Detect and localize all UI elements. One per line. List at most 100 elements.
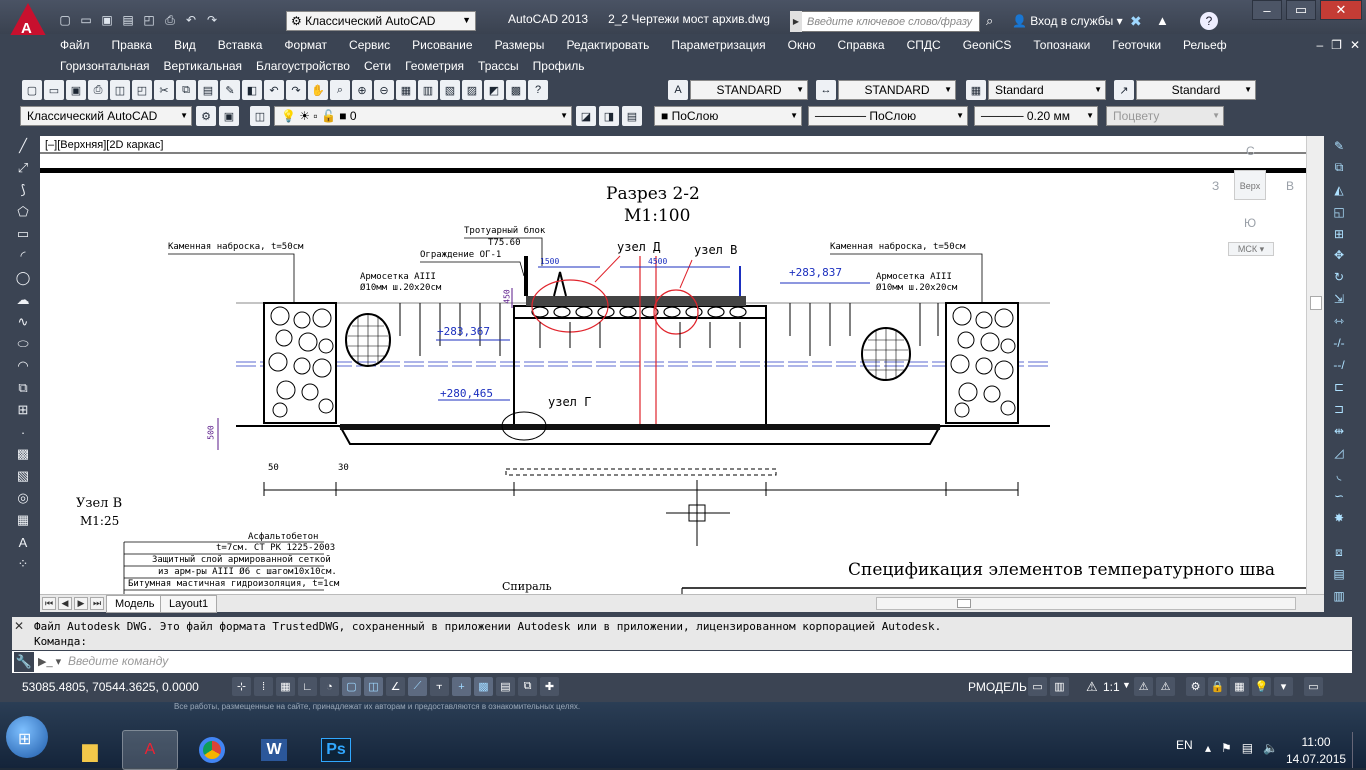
- paste-icon[interactable]: ▤: [198, 80, 218, 100]
- menu-item[interactable]: Справка: [838, 38, 885, 52]
- blend-icon[interactable]: ∽: [1329, 487, 1349, 507]
- table-icon[interactable]: ▦: [13, 510, 33, 530]
- dim-style-icon[interactable]: ↔: [816, 80, 836, 100]
- menu2-item[interactable]: Трассы: [478, 59, 519, 73]
- menu-item[interactable]: Формат: [284, 38, 327, 52]
- close-button[interactable]: ✕: [1320, 0, 1362, 20]
- zoom-realtime-icon[interactable]: ⌕: [330, 80, 350, 100]
- save-icon[interactable]: ▣: [66, 80, 86, 100]
- color-select[interactable]: ■ ПоСлою ▼: [654, 106, 802, 126]
- properties-icon[interactable]: ▦: [396, 80, 416, 100]
- model-space-toggle[interactable]: РМОДЕЛЬ: [968, 680, 1027, 694]
- tab-layout1[interactable]: Layout1: [160, 595, 218, 613]
- viewport-controls[interactable]: [–][Верхняя][2D каркас]: [45, 139, 163, 151]
- first-tab-icon[interactable]: ⏮: [42, 597, 56, 610]
- ucs-menu-button[interactable]: МСК ▾: [1228, 242, 1274, 256]
- zoom-window-icon[interactable]: ⊕: [352, 80, 372, 100]
- layer-previous-icon[interactable]: ◨: [599, 106, 619, 126]
- publish-icon[interactable]: ◰: [140, 11, 158, 29]
- erase-icon[interactable]: ✎: [1329, 136, 1349, 156]
- horizontal-scroll-thumb[interactable]: [957, 599, 971, 608]
- move-icon[interactable]: ✥: [1329, 246, 1349, 266]
- add-selected-icon[interactable]: ⁘: [13, 554, 33, 574]
- arc-icon[interactable]: ◜: [13, 246, 33, 266]
- workspace-switching-icon[interactable]: ⚙: [1186, 677, 1205, 696]
- rectangle-icon[interactable]: ▭: [13, 224, 33, 244]
- quick-view-layouts-icon[interactable]: ▭: [1028, 677, 1047, 696]
- workspace-selector[interactable]: ⚙ Классический AutoCAD ▼: [286, 11, 476, 31]
- doc-restore-button[interactable]: ❐: [1331, 38, 1342, 52]
- open-icon[interactable]: ▭: [77, 11, 95, 29]
- horizontal-scrollbar[interactable]: [876, 597, 1296, 610]
- drawing-area[interactable]: [–][Верхняя][2D каркас] Разрез 2-2 М1:10…: [40, 136, 1306, 594]
- draw-order-icon[interactable]: ⧈: [1329, 542, 1349, 562]
- lock-icon[interactable]: 🔒: [1208, 677, 1227, 696]
- menu-item[interactable]: СПДС: [907, 38, 941, 52]
- lineweight-select[interactable]: ───── 0.20 мм ▼: [974, 106, 1098, 126]
- mirror-icon[interactable]: ◭: [1329, 180, 1349, 200]
- menu2-item[interactable]: Геометрия: [405, 59, 464, 73]
- zoom-previous-icon[interactable]: ⊖: [374, 80, 394, 100]
- plot-icon[interactable]: ⎙: [161, 11, 179, 29]
- circle-icon[interactable]: ◯: [13, 268, 33, 288]
- menu-item[interactable]: GeoniCS: [963, 38, 1012, 52]
- point-icon[interactable]: ·: [13, 422, 33, 442]
- rotate-icon[interactable]: ↻: [1329, 267, 1349, 287]
- multiline-text-icon[interactable]: A: [13, 532, 33, 552]
- selection-cycling-icon[interactable]: ⧉: [518, 677, 537, 696]
- table-style-icon[interactable]: ▦: [966, 80, 986, 100]
- plot-icon[interactable]: ⎙: [88, 80, 108, 100]
- sign-in-button[interactable]: 👤 Вход в службы ▾: [1012, 14, 1123, 28]
- action-center-icon[interactable]: ⚑: [1221, 741, 1232, 755]
- grid-display-icon[interactable]: ▦: [276, 677, 295, 696]
- clean-screen-icon[interactable]: ▭: [1304, 677, 1323, 696]
- command-close-icon[interactable]: ✕: [14, 619, 24, 633]
- menu2-item[interactable]: Благоустройство: [256, 59, 350, 73]
- transparency-icon[interactable]: ▩: [474, 677, 493, 696]
- workspace-settings-icon[interactable]: ⚙: [196, 106, 216, 126]
- help-icon[interactable]: ?: [1200, 12, 1218, 30]
- block-editor-icon[interactable]: ◧: [242, 80, 262, 100]
- command-prompt-icon[interactable]: ▶_ ▾: [38, 655, 61, 668]
- layer-select[interactable]: 💡 ☀ ▫ 🔓 ■ 0 ▼: [274, 106, 572, 126]
- isolate-objects-icon[interactable]: 💡: [1252, 677, 1271, 696]
- layer-state-icon[interactable]: ▤: [622, 106, 642, 126]
- save-as-icon[interactable]: ▤: [119, 11, 137, 29]
- explode-icon[interactable]: ✸: [1329, 508, 1349, 528]
- undo-icon[interactable]: ↶: [182, 11, 200, 29]
- ortho-mode-icon[interactable]: ∟: [298, 677, 317, 696]
- menu-item[interactable]: Рельеф: [1183, 38, 1227, 52]
- cut-icon[interactable]: ✂: [154, 80, 174, 100]
- clock[interactable]: 11:00 14.07.2015: [1286, 734, 1346, 768]
- calculator-icon[interactable]: ▩: [506, 80, 526, 100]
- line-icon[interactable]: ╱: [13, 136, 33, 156]
- taskbar-photoshop[interactable]: Ps: [308, 730, 364, 770]
- menu-item[interactable]: Сервис: [349, 38, 390, 52]
- search-input[interactable]: Введите ключевое слово/фразу: [790, 11, 980, 32]
- viewcube-west[interactable]: З: [1212, 179, 1219, 193]
- annotation-scale-value[interactable]: 1:1: [1103, 680, 1120, 694]
- menu2-item[interactable]: Вертикальная: [164, 59, 243, 73]
- snap-mode-icon[interactable]: ⁞: [254, 677, 273, 696]
- construction-line-icon[interactable]: ⤢: [13, 158, 33, 178]
- hardware-acceleration-icon[interactable]: ▦: [1230, 677, 1249, 696]
- multileader-style-select[interactable]: Standard ▼: [1136, 80, 1256, 100]
- pan-icon[interactable]: ✋: [308, 80, 328, 100]
- doc-minimize-button[interactable]: –: [1316, 38, 1323, 52]
- annotation-visibility-icon[interactable]: ⚠: [1134, 677, 1153, 696]
- coordinates-readout[interactable]: 53085.4805, 70544.3625, 0.0000: [22, 680, 199, 694]
- ellipse-arc-icon[interactable]: ◠: [13, 356, 33, 376]
- offset-icon[interactable]: ◱: [1329, 202, 1349, 222]
- menu2-item[interactable]: Профиль: [533, 59, 585, 73]
- volume-icon[interactable]: 🔈: [1263, 741, 1278, 755]
- break-at-point-icon[interactable]: ⊏: [1329, 377, 1349, 397]
- menu-item[interactable]: Правка: [112, 38, 153, 52]
- lineweight-icon[interactable]: +: [452, 677, 471, 696]
- menu-item[interactable]: Окно: [788, 38, 816, 52]
- menu-item[interactable]: Рисование: [412, 38, 472, 52]
- layer-properties-icon[interactable]: ◫: [250, 106, 270, 126]
- maximize-button[interactable]: ▭: [1286, 0, 1316, 20]
- redo-icon[interactable]: ↷: [286, 80, 306, 100]
- markup-icon[interactable]: ◩: [484, 80, 504, 100]
- binoculars-icon[interactable]: ⌕: [986, 13, 993, 29]
